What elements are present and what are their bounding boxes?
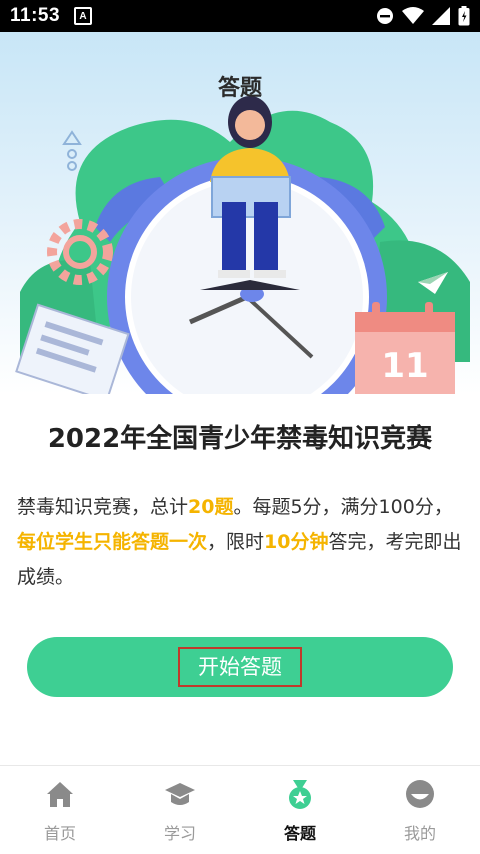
desc-text-3: ，限时	[207, 531, 265, 553]
hero-title: 答题	[217, 76, 262, 101]
wifi-icon	[402, 7, 424, 24]
status-time: 11:53	[10, 5, 61, 26]
desc-highlight-once: 每位学生只能答题一次	[17, 531, 208, 553]
quiz-description: 禁毒知识竞赛，总计20题。每题5分，满分100分， 每位学生只能答题一次，限时10…	[17, 490, 469, 595]
status-bar: 11:53 A	[0, 0, 480, 32]
desc-text-1: 禁毒知识竞赛，总计	[17, 496, 189, 518]
tab-quiz-label: 答题	[283, 824, 316, 843]
desc-highlight-time: 10分钟	[264, 531, 329, 553]
tab-home[interactable]: 首页	[0, 766, 120, 854]
tab-home-label: 首页	[43, 824, 76, 843]
home-icon	[44, 778, 76, 810]
tab-profile[interactable]: 我的	[360, 766, 480, 854]
signal-icon	[432, 7, 450, 25]
medal-icon	[284, 778, 316, 810]
profile-icon	[404, 778, 436, 810]
status-icons	[376, 6, 470, 26]
start-quiz-button[interactable]: 开始答题	[27, 637, 453, 697]
tab-study-label: 学习	[163, 824, 196, 843]
graduation-cap-icon	[164, 778, 196, 810]
tab-study[interactable]: 学习	[120, 766, 240, 854]
dnd-icon	[377, 8, 393, 24]
calendar-number: 11	[381, 346, 428, 386]
quiz-headline: 2022年全国青少年禁毒知识竞赛	[47, 424, 433, 454]
notification-a-icon: A	[74, 7, 93, 25]
hero-banner: 11 答题	[0, 32, 480, 394]
desc-highlight-question-count: 20题	[188, 496, 234, 518]
tab-profile-label: 我的	[403, 824, 436, 843]
battery-icon	[458, 6, 470, 26]
desc-text-2: 。每题5分，满分100分，	[233, 496, 453, 518]
tab-quiz[interactable]: 答题	[240, 766, 360, 854]
start-quiz-label: 开始答题	[178, 647, 302, 687]
bottom-tab-bar: 首页 学习 答题 我的	[0, 765, 480, 854]
